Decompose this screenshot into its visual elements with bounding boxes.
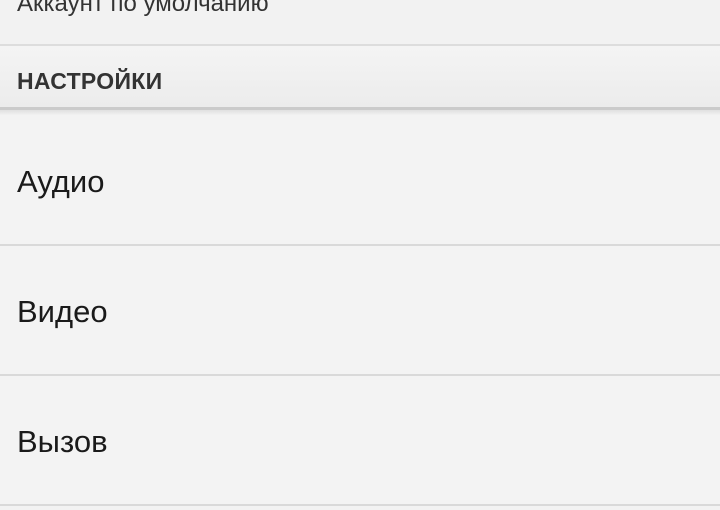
settings-item-call[interactable]: Вызов xyxy=(0,376,720,506)
settings-item-label: Видео xyxy=(17,294,108,329)
settings-item-label: Вызов xyxy=(17,424,108,459)
settings-item-video[interactable]: Видео xyxy=(0,246,720,376)
default-account-item[interactable]: Аккаунт по умолчанию xyxy=(0,0,720,46)
settings-item-label: Аудио xyxy=(17,164,105,199)
settings-section-header: НАСТРОЙКИ xyxy=(0,46,720,110)
settings-header-label: НАСТРОЙКИ xyxy=(17,68,163,94)
settings-list: Аудио Видео Вызов xyxy=(0,116,720,506)
default-account-label: Аккаунт по умолчанию xyxy=(17,0,269,17)
settings-item-audio[interactable]: Аудио xyxy=(0,116,720,246)
